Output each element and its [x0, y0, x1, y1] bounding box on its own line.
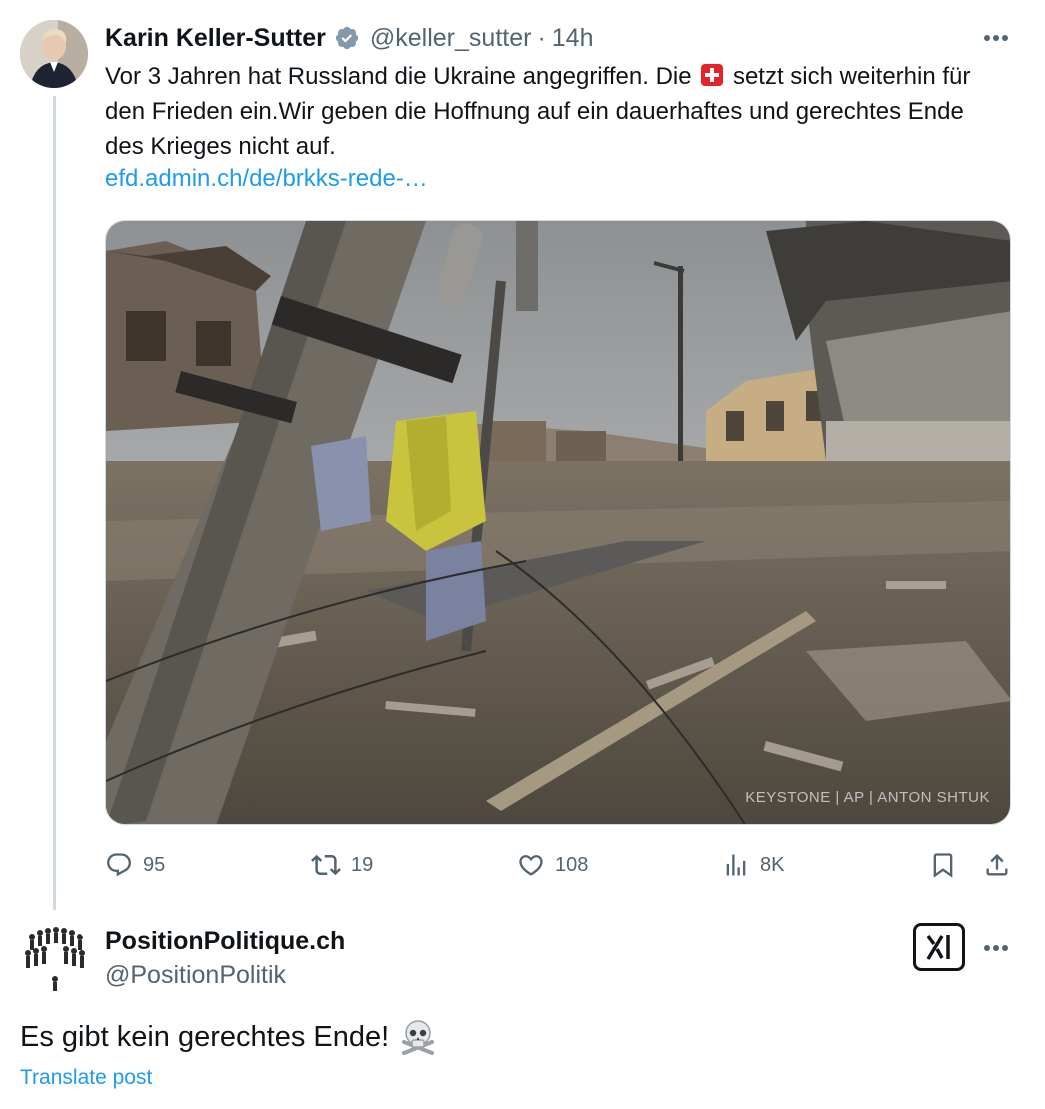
- grok-button[interactable]: [913, 923, 965, 971]
- share-icon: [986, 854, 1008, 876]
- separator-dot: ·: [537, 23, 546, 52]
- reply-author-name[interactable]: PositionPolitique.ch: [105, 926, 345, 956]
- crowd-avatar-image: [20, 923, 90, 993]
- bookmark-icon: [933, 853, 953, 878]
- views-count: 8K: [760, 853, 785, 876]
- reply-avatar[interactable]: [20, 923, 90, 993]
- war-destruction-photo: [106, 221, 1010, 824]
- avatar[interactable]: [20, 20, 88, 88]
- grok-icon: [926, 934, 950, 960]
- image-credit: KEYSTONE | AP | ANTON SHTUK: [745, 789, 990, 806]
- more-options-button[interactable]: [980, 22, 1012, 54]
- author-name[interactable]: Karin Keller-Sutter: [105, 24, 326, 53]
- timestamp[interactable]: 14h: [552, 24, 594, 53]
- reply-icon: [107, 853, 131, 877]
- repost-icon: [311, 854, 341, 876]
- reply-count: 95: [143, 853, 166, 876]
- reply-text-content: Es gibt kein gerechtes Ende!: [20, 1020, 390, 1053]
- tweet-image[interactable]: KEYSTONE | AP | ANTON SHTUK: [105, 220, 1011, 825]
- bookmark-button[interactable]: [929, 848, 967, 882]
- reply-button[interactable]: 95: [105, 848, 165, 882]
- like-count: 108: [555, 853, 589, 876]
- reply-more-options-button[interactable]: [980, 932, 1012, 964]
- repost-button[interactable]: 19: [311, 848, 373, 882]
- heart-icon: [519, 855, 543, 876]
- reply-header: PositionPolitique.ch @PositionPolitik: [105, 926, 345, 990]
- tweet-text-part-1: Vor 3 Jahren hat Russland die Ukraine an…: [105, 63, 692, 90]
- reply-text: Es gibt kein gerechtes Ende!: [20, 1018, 437, 1056]
- like-button[interactable]: 108: [517, 848, 588, 882]
- more-dots-icon: [984, 35, 1008, 41]
- skull-crossbones-icon: [402, 1020, 435, 1055]
- tweet-actions: 95 19 108 8K: [105, 848, 1011, 882]
- tweet-header: Karin Keller-Sutter @keller_sutter · 14h: [105, 22, 594, 54]
- thread-line: [53, 96, 56, 910]
- share-button[interactable]: [983, 848, 1021, 882]
- tweet-link[interactable]: efd.admin.ch/de/brkks-rede-…: [105, 165, 428, 193]
- author-handle[interactable]: @keller_sutter: [370, 24, 532, 53]
- verified-badge-icon: [335, 26, 358, 50]
- translate-post-link[interactable]: Translate post: [20, 1066, 152, 1090]
- views-chart-icon: [726, 854, 746, 876]
- views-button[interactable]: 8K: [722, 848, 784, 882]
- tweet-text: Vor 3 Jahren hat Russland die Ukraine an…: [105, 59, 1005, 164]
- reply-author-handle[interactable]: @PositionPolitik: [105, 960, 345, 990]
- repost-count: 19: [351, 853, 374, 876]
- more-dots-icon: [984, 945, 1008, 951]
- avatar-photo: [20, 20, 88, 88]
- swiss-flag-icon: [701, 64, 724, 86]
